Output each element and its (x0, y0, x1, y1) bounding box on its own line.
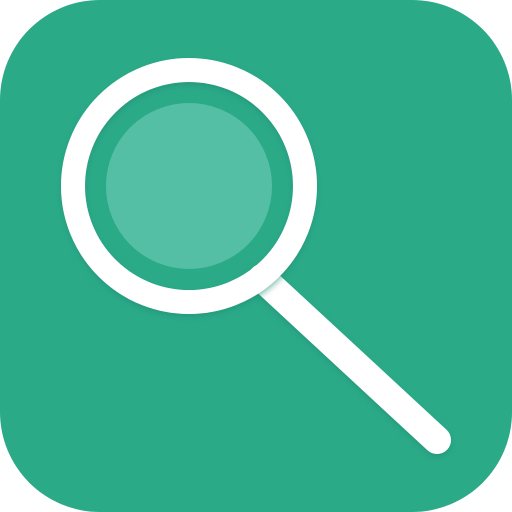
magnifier-glass (106, 103, 272, 269)
app-icon[interactable] (0, 0, 512, 512)
magnifying-glass-icon (0, 0, 512, 512)
